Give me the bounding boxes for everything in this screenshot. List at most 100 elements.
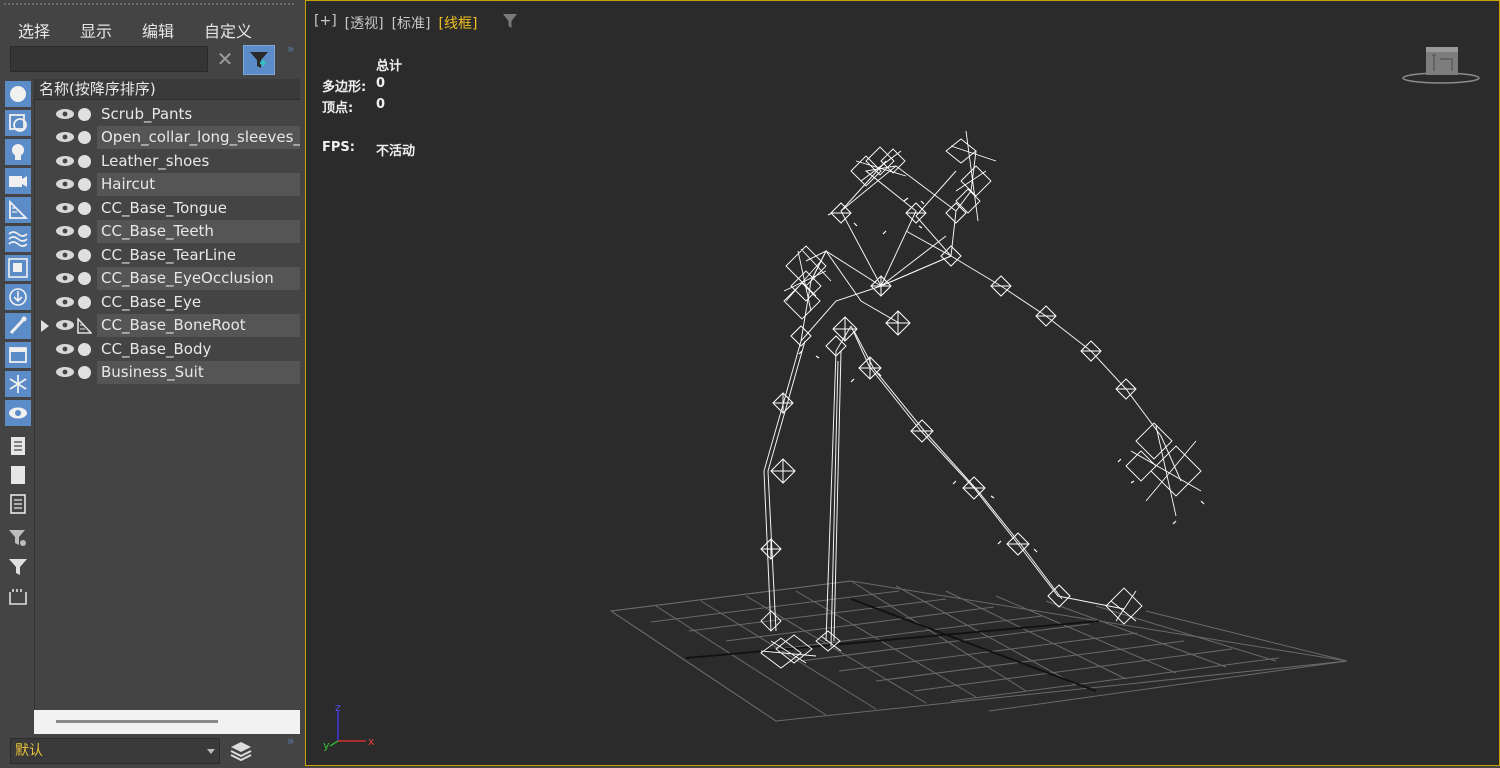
sphere-icon — [78, 249, 91, 262]
axis-x-label: x — [368, 735, 375, 748]
wireframe-scene[interactable] — [306, 1, 1499, 765]
shapes-filter-button[interactable] — [5, 110, 31, 136]
menu-customize[interactable]: 自定义 — [198, 16, 258, 41]
filter-settings-button[interactable] — [5, 525, 31, 551]
group-icon — [8, 258, 28, 278]
containers-filter-button[interactable] — [5, 342, 31, 368]
scene-explorer-options-button[interactable] — [5, 583, 31, 609]
document-icon — [11, 437, 25, 455]
ground-grid — [609, 580, 1348, 722]
chevron-down-icon — [207, 749, 215, 754]
layer-explorer-button[interactable] — [228, 738, 256, 764]
panel-grip[interactable] — [4, 3, 296, 5]
eye-icon[interactable] — [55, 155, 75, 167]
shapes-icon — [9, 114, 27, 132]
eye-icon[interactable] — [55, 272, 75, 284]
tree-row-label: CC_Base_Teeth — [97, 220, 300, 243]
tree-row-label: CC_Base_Eye — [101, 293, 202, 311]
filter-icon-column — [5, 81, 32, 611]
tree-row[interactable]: CC_Base_Body — [35, 338, 300, 361]
invert-selection-button[interactable] — [5, 491, 31, 517]
bone-icon — [77, 318, 92, 334]
scrollbar-thumb[interactable] — [56, 720, 218, 723]
sphere-icon — [78, 178, 91, 191]
frozen-filter-button[interactable] — [5, 371, 31, 397]
hidden-filter-button[interactable] — [5, 400, 31, 426]
tree-column-header[interactable]: 名称(按降序排序) — [35, 79, 300, 100]
eye-icon[interactable] — [55, 249, 75, 261]
eye-icon — [9, 407, 27, 419]
tree-row-label: CC_Base_EyeOcclusion — [97, 267, 300, 290]
container-open-icon — [9, 589, 27, 605]
tree-row[interactable]: Haircut — [35, 173, 300, 196]
eye-icon[interactable] — [55, 131, 75, 143]
sphere-icon — [78, 272, 91, 285]
tree-row[interactable]: CC_Base_Eye — [35, 291, 300, 314]
sphere-icon — [78, 155, 91, 168]
tree-row-label: Open_collar_long_sleeves_sh — [97, 126, 300, 149]
cameras-filter-button[interactable] — [5, 168, 31, 194]
tree-row[interactable]: Business_Suit — [35, 361, 300, 384]
tree-row-label: CC_Base_TearLine — [101, 246, 236, 264]
filter-button[interactable] — [5, 554, 31, 580]
tree-row[interactable]: CC_Base_TearLine — [35, 244, 300, 267]
tree-row-label: Scrub_Pants — [101, 105, 193, 123]
scene-explorer: 选择 显示 编辑 自定义 ✕ » 名称(按降序排序) Scrub_Pants O… — [0, 0, 302, 766]
sphere-icon — [78, 366, 91, 379]
menu-edit[interactable]: 编辑 — [136, 16, 180, 41]
tree-row[interactable]: CC_Base_EyeOcclusion — [35, 267, 300, 290]
helpers-filter-button[interactable] — [5, 197, 31, 223]
tree-row[interactable]: CC_Base_BoneRoot — [35, 314, 300, 337]
eye-icon[interactable] — [55, 319, 75, 331]
tree-horizontal-scrollbar[interactable] — [34, 710, 300, 734]
tree-row-label: CC_Base_BoneRoot — [97, 314, 300, 337]
tree-row[interactable]: Scrub_Pants — [35, 103, 300, 126]
tree-row[interactable]: Leather_shoes — [35, 150, 300, 173]
layer-dropdown[interactable]: 默认 — [10, 738, 220, 764]
tree-row-label: Business_Suit — [97, 361, 300, 384]
geometry-filter-button[interactable] — [5, 81, 31, 107]
expand-chevron-icon[interactable]: » — [287, 734, 294, 748]
eye-icon[interactable] — [55, 343, 75, 355]
sphere-icon — [78, 108, 91, 121]
filter-toggle-button[interactable] — [243, 45, 275, 75]
tree-row[interactable]: CC_Base_Teeth — [35, 220, 300, 243]
snowflake-icon — [9, 375, 27, 393]
eye-icon[interactable] — [55, 108, 75, 120]
groups-filter-button[interactable] — [5, 255, 31, 281]
xrefs-filter-button[interactable] — [5, 284, 31, 310]
skeleton-bones — [763, 150, 1182, 647]
expand-chevron-icon[interactable]: » — [287, 42, 294, 56]
axis-y-label: y — [323, 739, 330, 751]
tree-row-label: Haircut — [97, 173, 300, 196]
bones-filter-button[interactable] — [5, 313, 31, 339]
camera-icon — [9, 176, 27, 187]
lights-filter-button[interactable] — [5, 139, 31, 165]
eye-icon[interactable] — [55, 178, 75, 190]
eye-icon[interactable] — [55, 296, 75, 308]
sphere-icon — [78, 225, 91, 238]
menu-display[interactable]: 显示 — [74, 16, 118, 41]
sphere-icon — [10, 86, 26, 102]
spacewarps-filter-button[interactable] — [5, 226, 31, 252]
eye-icon[interactable] — [55, 366, 75, 378]
sphere-icon — [78, 343, 91, 356]
lightbulb-icon — [12, 144, 24, 160]
scene-tree: 名称(按降序排序) Scrub_Pants Open_collar_long_s… — [34, 79, 301, 709]
tree-row-label: CC_Base_Body — [101, 340, 212, 358]
select-none-button[interactable] — [5, 462, 31, 488]
eye-icon[interactable] — [55, 202, 75, 214]
search-input[interactable] — [10, 46, 208, 72]
funnel-gear-icon — [9, 530, 26, 546]
select-all-button[interactable] — [5, 433, 31, 459]
menu-select[interactable]: 选择 — [12, 16, 56, 41]
tree-row-label: Leather_shoes — [101, 152, 210, 170]
funnel-icon — [250, 52, 268, 68]
eye-icon[interactable] — [55, 225, 75, 237]
expand-arrow-icon[interactable] — [41, 320, 49, 332]
tree-row[interactable]: Open_collar_long_sleeves_sh — [35, 126, 300, 149]
tree-row[interactable]: CC_Base_Tongue — [35, 197, 300, 220]
perspective-viewport[interactable]: [+] [透视] [标准] [线框] 总计 多边形: 0 顶点: 0 FPS: … — [305, 0, 1500, 766]
clear-search-icon[interactable]: ✕ — [214, 47, 236, 71]
funnel-icon — [9, 559, 27, 575]
